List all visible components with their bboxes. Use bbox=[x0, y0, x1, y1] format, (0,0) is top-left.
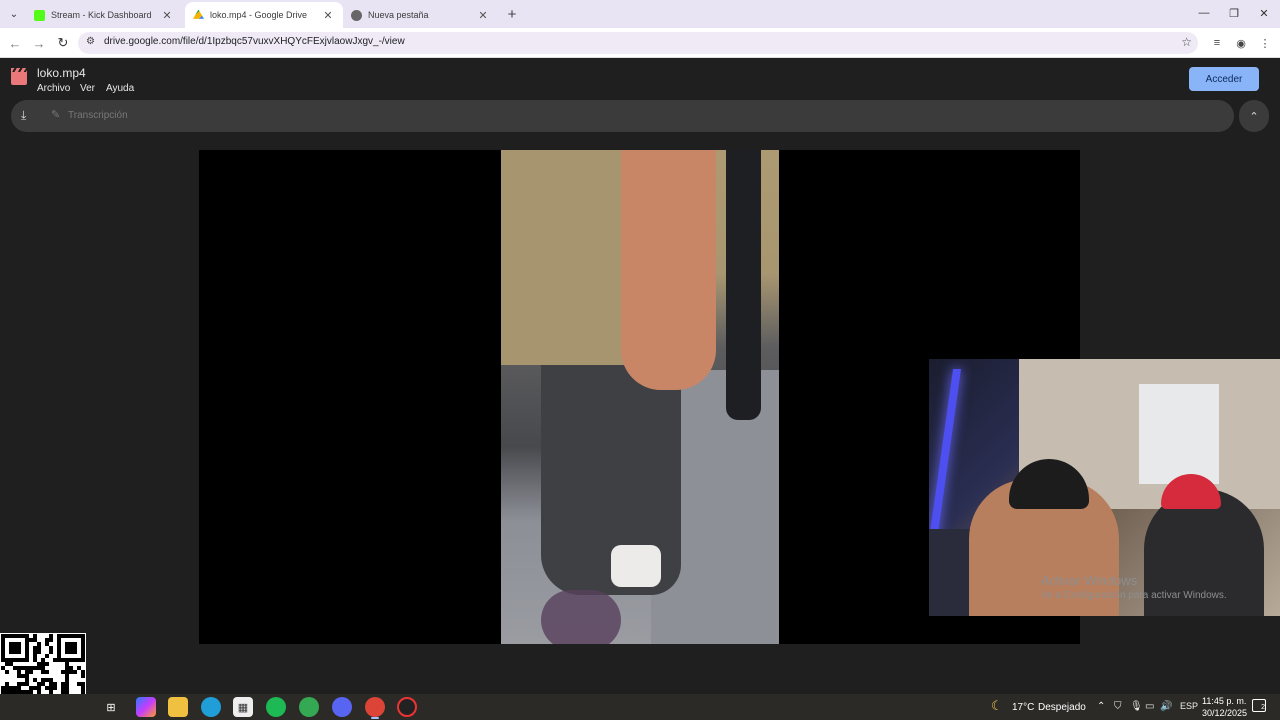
qr-module bbox=[73, 650, 77, 654]
discord-icon[interactable] bbox=[332, 697, 352, 717]
media-controls-icon[interactable]: ≡ bbox=[1208, 34, 1226, 52]
activation-watermark-subtitle: Ve a Configuración para activar Windows. bbox=[1041, 590, 1227, 601]
file-explorer-icon[interactable] bbox=[168, 697, 188, 717]
bookmark-star-icon[interactable]: ☆ bbox=[1181, 35, 1192, 49]
tab-kick-dashboard[interactable]: Stream - Kick Dashboard ✕ bbox=[26, 2, 182, 28]
profile-icon[interactable]: ◉ bbox=[1232, 34, 1250, 52]
language-indicator[interactable]: ESP bbox=[1180, 701, 1198, 711]
transcript-icon: ✎ bbox=[51, 109, 61, 121]
close-window-button[interactable]: ✕ bbox=[1249, 2, 1279, 24]
qr-module bbox=[49, 638, 53, 642]
notification-count: 2 bbox=[1261, 704, 1265, 711]
qr-module bbox=[45, 670, 49, 674]
spotify-icon[interactable] bbox=[266, 697, 286, 717]
chevron-up-icon[interactable]: ⌃ bbox=[1239, 100, 1269, 132]
webcam-window bbox=[1139, 384, 1219, 484]
menu-ayuda[interactable]: Ayuda bbox=[106, 83, 134, 94]
url-text: drive.google.com/file/d/1Ipzbqc57vuxvXHQ… bbox=[104, 36, 405, 47]
login-button[interactable]: Acceder bbox=[1189, 67, 1259, 91]
video-shoe bbox=[611, 545, 661, 587]
qr-module bbox=[45, 654, 49, 658]
qr-module bbox=[81, 674, 85, 678]
browser-toolbar: ← → ↻ ⚙ drive.google.com/file/d/1Ipzbqc5… bbox=[0, 28, 1280, 58]
activation-watermark-title: Activar Windows bbox=[1041, 573, 1138, 588]
store-icon[interactable]: ▦ bbox=[233, 697, 253, 717]
chevron-up-tray-icon[interactable]: ⌃ bbox=[1097, 701, 1105, 712]
back-icon[interactable]: ← bbox=[5, 33, 25, 53]
tab-title: loko.mp4 - Google Drive bbox=[210, 10, 308, 20]
weather-moon-icon: ☾ bbox=[991, 698, 1003, 713]
webcam-chair bbox=[929, 529, 974, 616]
video-arm bbox=[621, 150, 716, 390]
qr-module bbox=[73, 670, 77, 674]
action-bar: ⤓ ✎ Transcripción bbox=[11, 100, 1234, 132]
qr-module bbox=[45, 662, 49, 666]
close-icon[interactable]: ✕ bbox=[476, 8, 490, 22]
minimize-button[interactable]: — bbox=[1189, 2, 1219, 24]
transcript-button[interactable]: Transcripción bbox=[68, 110, 128, 121]
reload-icon[interactable]: ↻ bbox=[53, 33, 73, 53]
clock-date[interactable]: 30/12/2025 bbox=[1202, 708, 1247, 718]
qr-module bbox=[37, 650, 41, 654]
tab-new-tab[interactable]: Nueva pestaña ✕ bbox=[343, 2, 498, 28]
video-file-icon bbox=[11, 68, 27, 85]
qr-module bbox=[25, 658, 29, 662]
weather-desc[interactable]: Despejado bbox=[1038, 702, 1086, 713]
menu-ver[interactable]: Ver bbox=[80, 83, 95, 94]
close-icon[interactable]: ✕ bbox=[321, 8, 335, 22]
new-tab-button[interactable]: + bbox=[503, 5, 521, 23]
qr-module bbox=[81, 658, 85, 662]
download-icon[interactable]: ⤓ bbox=[21, 108, 26, 123]
video-background-person bbox=[726, 150, 761, 420]
task-view-icon[interactable]: ⊞ bbox=[101, 697, 121, 717]
microphone-icon[interactable]: 🎙 bbox=[1130, 701, 1143, 712]
taskbar: ⊞ ▦ ☾ 17°C Despejado ⌃ ⛉ 🎙 ▭ 🔊 ESP 11:45… bbox=[0, 694, 1280, 720]
chrome-icon bbox=[351, 9, 362, 21]
chrome-active-icon[interactable] bbox=[365, 697, 385, 719]
copilot-icon[interactable] bbox=[136, 697, 156, 717]
menu-archivo[interactable]: Archivo bbox=[37, 83, 70, 94]
file-name: loko.mp4 bbox=[37, 66, 86, 80]
menu-icon[interactable]: ⋮ bbox=[1256, 34, 1274, 52]
obs-icon[interactable] bbox=[397, 697, 417, 717]
site-info-icon[interactable]: ⚙ bbox=[86, 36, 95, 47]
tab-title: Nueva pestaña bbox=[368, 10, 429, 20]
weather-temp[interactable]: 17°C bbox=[1012, 702, 1034, 713]
security-icon[interactable]: ⛉ bbox=[1114, 701, 1122, 712]
google-drive-icon bbox=[193, 9, 204, 19]
forward-icon[interactable]: → bbox=[29, 33, 49, 53]
tab-search-button[interactable]: ⌄ bbox=[4, 4, 24, 24]
qr-module bbox=[29, 670, 33, 674]
notification-center-icon[interactable]: 2 bbox=[1252, 699, 1266, 712]
close-icon[interactable]: ✕ bbox=[160, 8, 174, 22]
restore-button[interactable]: ❐ bbox=[1219, 2, 1249, 24]
chrome-taskbar-icon[interactable] bbox=[299, 697, 319, 717]
volume-icon[interactable]: 🔊 bbox=[1160, 701, 1172, 712]
clock-time[interactable]: 11:45 p. m. bbox=[1202, 696, 1246, 706]
address-bar[interactable]: ⚙ drive.google.com/file/d/1Ipzbqc57vuxvX… bbox=[78, 32, 1198, 54]
qr-module bbox=[5, 670, 9, 674]
video-frame[interactable] bbox=[501, 150, 779, 644]
kick-icon bbox=[34, 9, 45, 21]
qr-module bbox=[53, 686, 57, 690]
network-icon[interactable]: ▭ bbox=[1145, 701, 1154, 712]
tab-strip: ⌄ Stream - Kick Dashboard ✕ loko.mp4 - G… bbox=[0, 0, 1280, 28]
edge-icon[interactable] bbox=[201, 697, 221, 717]
tab-title: Stream - Kick Dashboard bbox=[51, 10, 152, 20]
qr-module bbox=[17, 650, 21, 654]
tab-google-drive[interactable]: loko.mp4 - Google Drive ✕ bbox=[185, 2, 343, 28]
qr-module bbox=[49, 650, 53, 654]
video-stain bbox=[541, 590, 621, 644]
